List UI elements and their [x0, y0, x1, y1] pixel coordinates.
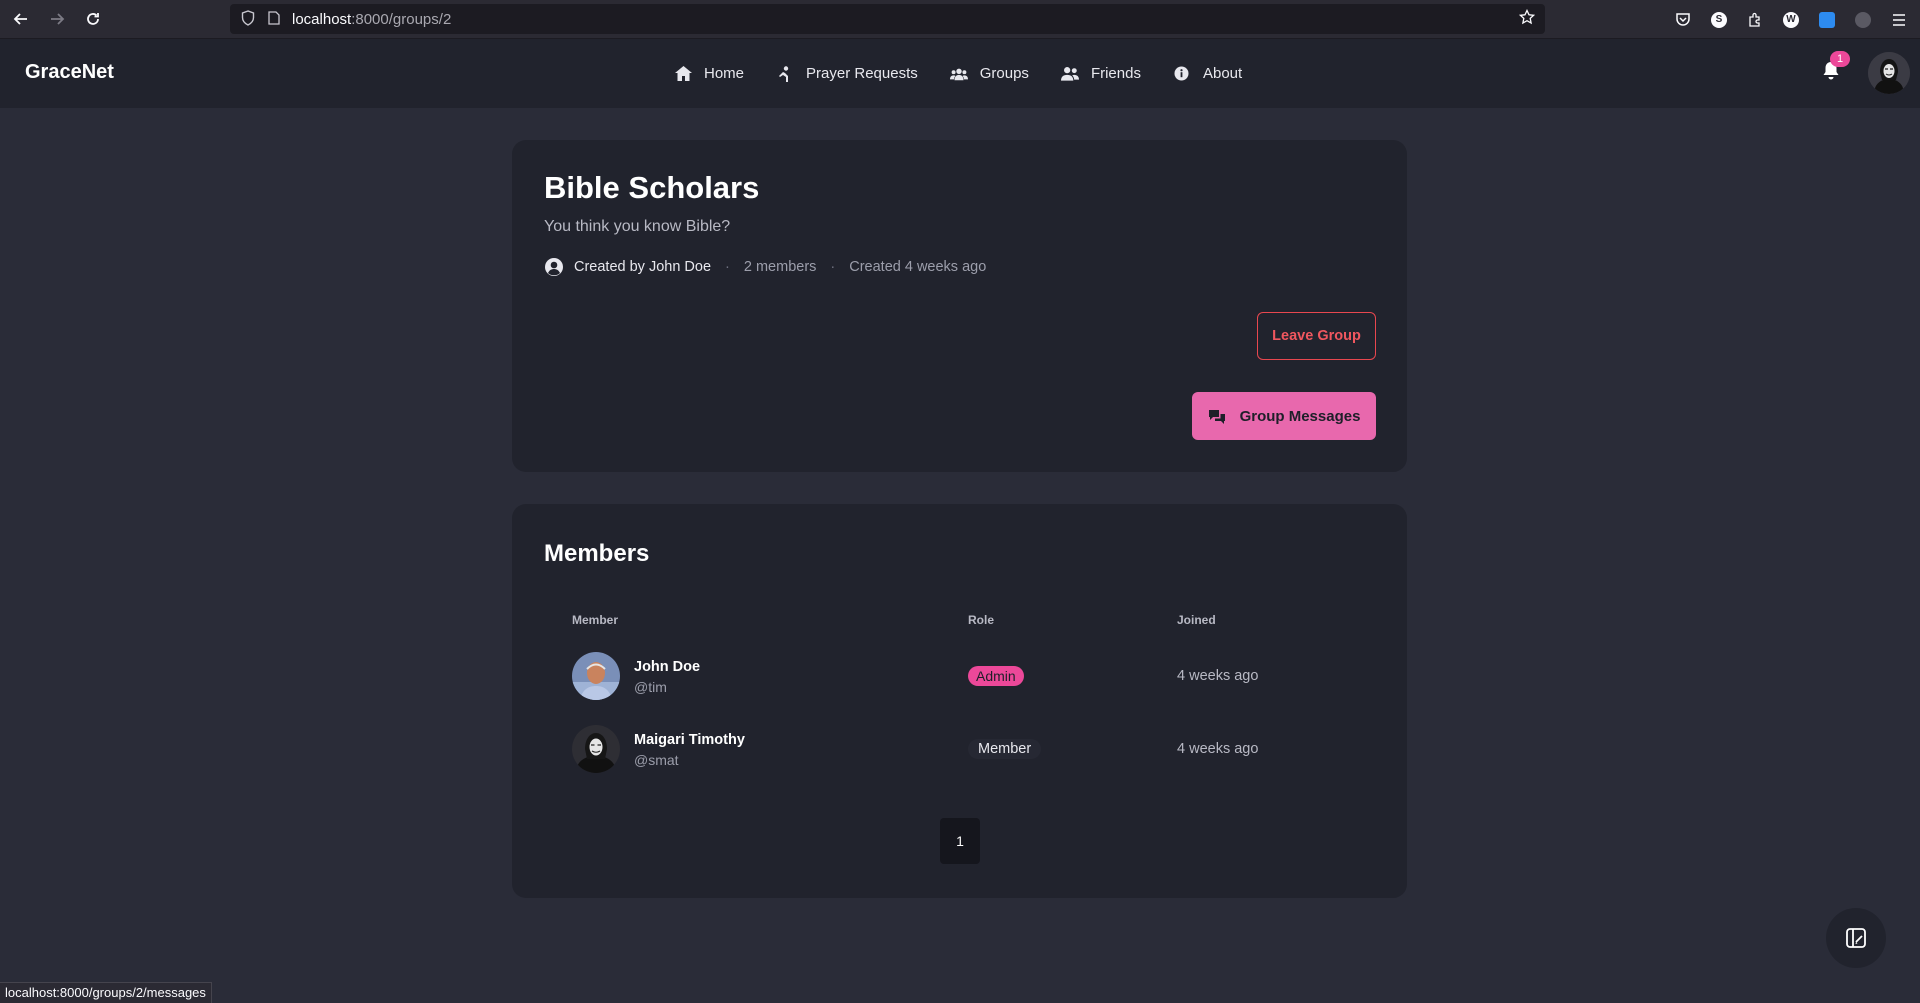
shield-icon[interactable] — [240, 9, 256, 29]
user-friends-icon — [1060, 66, 1079, 81]
praying-icon — [776, 65, 794, 82]
users-icon — [949, 67, 968, 81]
nav-friends-label: Friends — [1090, 65, 1141, 82]
extension-w-icon[interactable]: W — [1780, 9, 1802, 31]
member-name[interactable]: John Doe — [634, 659, 700, 675]
pagination-page-1[interactable]: 1 — [940, 818, 980, 864]
nav-about[interactable]: About — [1173, 65, 1242, 82]
reload-icon[interactable] — [78, 4, 108, 34]
forward-icon[interactable] — [42, 4, 72, 34]
main-nav: Home Prayer Requests Groups Friends Abou… — [674, 39, 1274, 108]
extension-grey-icon[interactable] — [1852, 9, 1874, 31]
group-messages-label: Group Messages — [1239, 407, 1361, 425]
members-title: Members — [544, 540, 650, 567]
table-row[interactable]: Maigari Timothy @smat Member 4 weeks ago — [560, 720, 1380, 778]
theme-toggle-icon[interactable] — [1826, 908, 1886, 968]
group-meta: Created by John Doe · 2 members · Create… — [544, 257, 986, 277]
member-joined: 4 weeks ago — [1177, 741, 1259, 757]
member-avatar[interactable] — [572, 725, 620, 773]
group-messages-button[interactable]: Group Messages — [1192, 392, 1376, 440]
group-description: You think you know Bible? — [544, 218, 731, 235]
app-header: GraceNet Home Prayer Requests Groups Fri… — [0, 39, 1920, 108]
notification-count-badge: 1 — [1830, 51, 1850, 67]
url-host: localhost — [292, 10, 352, 28]
bookmark-star-icon[interactable] — [1518, 8, 1536, 30]
group-created-date: Created 4 weeks ago — [849, 259, 987, 275]
nav-about-label: About — [1202, 65, 1243, 82]
comments-icon — [1208, 409, 1226, 424]
back-icon[interactable] — [6, 4, 36, 34]
member-role: Admin — [968, 666, 1024, 686]
info-icon — [1173, 66, 1191, 81]
member-avatar[interactable] — [572, 652, 620, 700]
members-card: Members Member Role Joined John Doe @tim… — [512, 504, 1407, 898]
column-role: Role — [968, 613, 995, 627]
extension-blue-icon[interactable] — [1816, 9, 1838, 31]
nav-prayer-requests-label: Prayer Requests — [806, 65, 918, 82]
menu-icon[interactable] — [1888, 9, 1910, 31]
nav-friends[interactable]: Friends — [1060, 65, 1141, 82]
nav-groups-label: Groups — [979, 65, 1029, 82]
nav-home[interactable]: Home — [674, 65, 744, 82]
page-icon[interactable] — [266, 10, 282, 28]
extension-s-icon[interactable]: S — [1708, 9, 1730, 31]
address-bar[interactable]: localhost:8000/groups/2 — [230, 4, 1545, 34]
extensions-puzzle-icon[interactable] — [1744, 9, 1766, 31]
role-badge-admin: Admin — [968, 666, 1024, 686]
member-joined: 4 weeks ago — [1177, 668, 1259, 684]
meta-separator: · — [725, 259, 730, 275]
member-name[interactable]: Maigari Timothy — [634, 732, 745, 748]
member-role: Member — [968, 739, 1042, 759]
nav-groups[interactable]: Groups — [949, 65, 1029, 82]
column-member: Member — [572, 613, 619, 627]
home-icon — [674, 66, 692, 81]
column-joined: Joined — [1177, 613, 1216, 627]
browser-toolbar: localhost:8000/groups/2 S W — [0, 0, 1920, 39]
group-details-card: Bible Scholars You think you know Bible?… — [512, 140, 1407, 472]
member-handle: @smat — [634, 752, 679, 768]
member-handle: @tim — [634, 679, 667, 695]
group-title: Bible Scholars — [544, 170, 760, 205]
group-creator: Created by John Doe — [574, 259, 712, 275]
pocket-icon[interactable] — [1672, 9, 1694, 31]
nav-home-label: Home — [704, 65, 745, 82]
url-path: :8000/groups/2 — [351, 10, 452, 28]
group-member-count: 2 members — [743, 259, 817, 275]
table-row[interactable]: John Doe @tim Admin 4 weeks ago — [560, 647, 1380, 705]
meta-separator: · — [830, 259, 836, 275]
user-avatar[interactable] — [1868, 52, 1910, 94]
leave-group-button[interactable]: Leave Group — [1257, 312, 1376, 360]
status-bar-url: localhost:8000/groups/2/messages — [0, 982, 212, 1003]
user-circle-icon — [544, 257, 564, 277]
nav-prayer-requests[interactable]: Prayer Requests — [776, 65, 918, 82]
brand-logo[interactable]: GraceNet — [25, 61, 114, 84]
role-badge-member: Member — [968, 739, 1042, 759]
